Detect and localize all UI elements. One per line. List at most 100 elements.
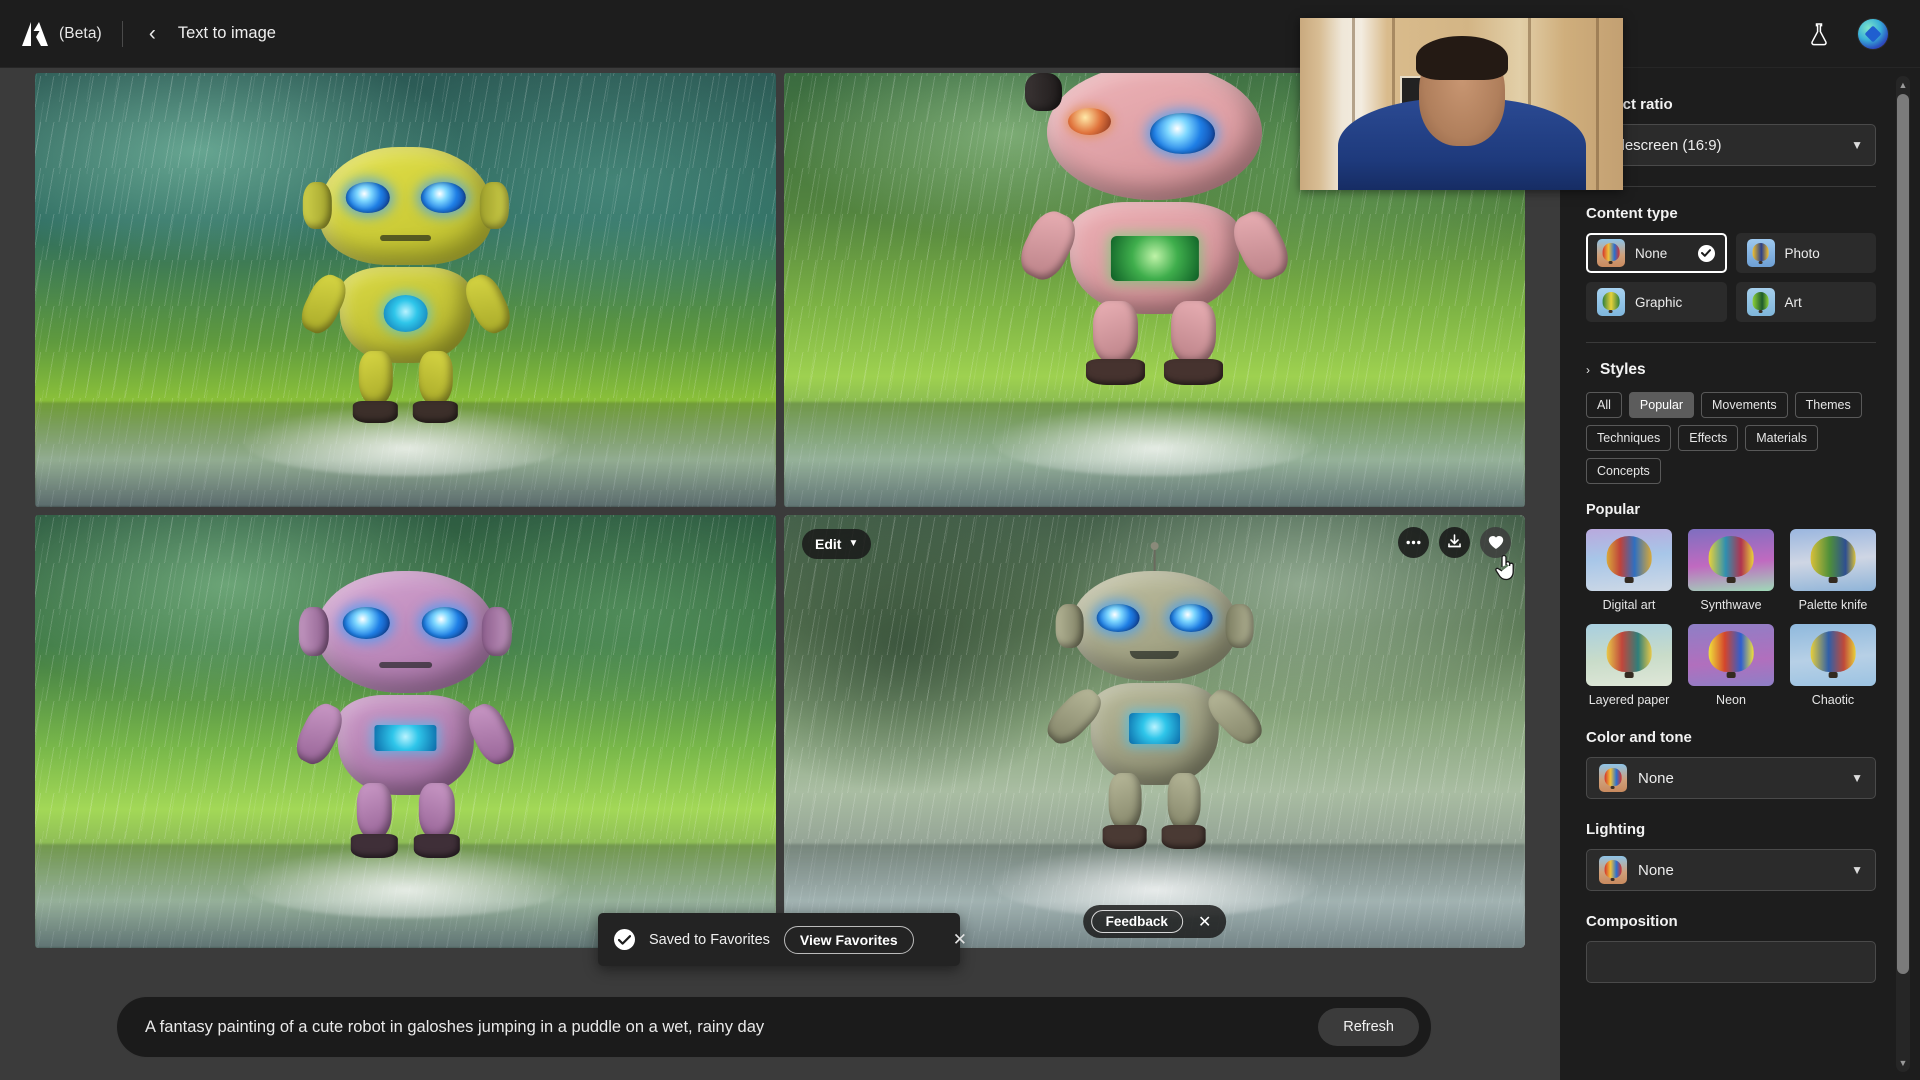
style-thumbnail (1688, 624, 1774, 686)
style-filter-effects[interactable]: Effects (1678, 425, 1739, 451)
chevron-down-icon: ▼ (848, 538, 859, 549)
style-filter-popular[interactable]: Popular (1628, 392, 1694, 418)
style-caption: Digital art (1602, 598, 1656, 612)
avatar-glyph (1864, 25, 1882, 42)
brand-logo-group[interactable]: (Beta) (22, 21, 102, 46)
balloon-thumbnail-icon (1599, 856, 1627, 884)
aspect-ratio-label: Aspect ratio (1586, 96, 1673, 113)
sidebar-divider (1586, 342, 1876, 343)
lighting-value: None (1638, 861, 1674, 879)
composition-label: Composition (1586, 913, 1678, 930)
back-button[interactable]: ‹ (141, 19, 164, 48)
selected-check-icon (1697, 244, 1715, 262)
content-type-option-art[interactable]: Art (1735, 282, 1876, 322)
robot-figure (257, 146, 553, 424)
flask-icon[interactable] (1808, 22, 1830, 46)
toast-message: Saved to Favorites (649, 931, 770, 948)
style-filter-concepts[interactable]: Concepts (1586, 458, 1661, 484)
favorite-button[interactable] (1480, 526, 1511, 558)
view-favorites-button[interactable]: View Favorites (783, 925, 914, 954)
sidebar-scrollbar[interactable]: ▲ ▼ (1896, 76, 1910, 1072)
door-edge (1596, 18, 1599, 190)
robot-figure (257, 570, 553, 858)
balloon-thumbnail-icon (1746, 239, 1775, 267)
splash (991, 406, 1318, 477)
edit-label: Edit (815, 535, 842, 552)
avatar[interactable] (1858, 18, 1888, 49)
aspect-ratio-select[interactable]: Widescreen (16:9) ▼ (1586, 124, 1876, 166)
download-icon (1448, 534, 1461, 548)
toast-close-button[interactable]: ✕ (948, 930, 972, 950)
result-image-1[interactable] (35, 73, 776, 507)
lighting-select[interactable]: None ▼ (1586, 849, 1876, 891)
prompt-bar[interactable]: A fantasy painting of a cute robot in ga… (116, 996, 1432, 1058)
style-card-digital-art[interactable]: Digital art (1586, 529, 1672, 612)
style-caption: Synthwave (1700, 598, 1762, 612)
content-type-grid: None Photo Graphic Art (1586, 233, 1876, 322)
style-caption: Layered paper (1588, 693, 1670, 707)
firefly-app: (Beta) ‹ Text to image Edit ▼ Feedback ✕… (0, 0, 1920, 1080)
content-type-option-photo[interactable]: Photo (1735, 233, 1876, 273)
style-filter-materials[interactable]: Materials (1745, 425, 1818, 451)
style-thumbnail (1586, 529, 1672, 591)
scroll-up-arrow-icon[interactable]: ▲ (1896, 78, 1910, 92)
lighting-label: Lighting (1586, 821, 1646, 838)
style-card-chaotic[interactable]: Chaotic (1790, 624, 1876, 707)
prompt-input[interactable]: A fantasy painting of a cute robot in ga… (145, 1018, 1318, 1037)
sidebar-scroll-content: Aspect ratio Widescreen (16:9) ▼ Content… (1560, 68, 1902, 1080)
popular-styles-grid: Digital art Synthwave Palette knife Laye… (1586, 529, 1876, 707)
beta-label: (Beta) (59, 24, 102, 42)
feedback-bar: Feedback ✕ (1082, 905, 1227, 938)
content-type-option-none[interactable]: None (1586, 233, 1727, 273)
styles-section-toggle[interactable]: › Styles (1586, 361, 1876, 379)
style-filter-techniques[interactable]: Techniques (1586, 425, 1672, 451)
sidebar-divider (1586, 186, 1876, 187)
content-type-label-none: None (1635, 245, 1668, 261)
feedback-close-icon[interactable]: ✕ (1191, 912, 1218, 932)
popular-styles-title: Popular (1586, 502, 1640, 518)
content-type-option-graphic[interactable]: Graphic (1586, 282, 1727, 322)
style-thumbnail (1790, 529, 1876, 591)
person-hair (1415, 36, 1508, 80)
topbar-actions (1808, 18, 1898, 49)
style-filter-all[interactable]: All (1586, 392, 1622, 418)
results-grid: Edit ▼ Feedback ✕ (35, 73, 1525, 948)
balloon-thumbnail-icon (1746, 288, 1775, 316)
style-filter-movements[interactable]: Movements (1701, 392, 1788, 418)
feedback-button[interactable]: Feedback (1090, 910, 1183, 933)
color-and-tone-label: Color and tone (1586, 729, 1692, 746)
scrollbar-thumb[interactable] (1897, 94, 1909, 974)
style-card-synthwave[interactable]: Synthwave (1688, 529, 1774, 612)
result-image-4[interactable]: Edit ▼ Feedback ✕ (784, 514, 1525, 948)
style-filter-themes[interactable]: Themes (1794, 392, 1862, 418)
scroll-down-arrow-icon[interactable]: ▼ (1896, 1056, 1910, 1070)
topbar-divider (121, 20, 123, 47)
page-title: Text to image (177, 24, 276, 42)
chevron-down-icon: ▼ (1851, 863, 1863, 877)
color-and-tone-value: None (1638, 769, 1674, 787)
refresh-button[interactable]: Refresh (1318, 1008, 1419, 1046)
robot-figure (1021, 541, 1288, 850)
color-and-tone-select[interactable]: None ▼ (1586, 757, 1876, 799)
more-options-button[interactable] (1398, 526, 1429, 558)
toast-notification: Saved to Favorites View Favorites ✕ (598, 913, 967, 966)
style-caption: Palette knife (1798, 598, 1868, 612)
style-card-layered-paper[interactable]: Layered paper (1586, 624, 1672, 707)
composition-select[interactable] (1586, 941, 1876, 983)
balloon-thumbnail-icon (1597, 239, 1625, 267)
download-button[interactable] (1439, 526, 1470, 558)
top-bar: (Beta) ‹ Text to image (0, 0, 1920, 68)
edit-dropdown-button[interactable]: Edit ▼ (802, 528, 872, 559)
content-type-label-photo: Photo (1784, 245, 1820, 261)
result-image-3[interactable] (35, 514, 776, 948)
content-type-label: Content type (1586, 205, 1678, 222)
style-card-palette-knife[interactable]: Palette knife (1790, 529, 1876, 612)
style-caption: Neon (1716, 693, 1746, 707)
style-thumbnail (1790, 624, 1876, 686)
balloon-thumbnail-icon (1599, 764, 1627, 792)
content-type-label-art: Art (1784, 294, 1802, 310)
chevron-down-icon: ▼ (1851, 138, 1863, 152)
styles-label: Styles (1600, 361, 1646, 378)
chevron-down-icon: ▼ (1851, 771, 1863, 785)
style-card-neon[interactable]: Neon (1688, 624, 1774, 707)
